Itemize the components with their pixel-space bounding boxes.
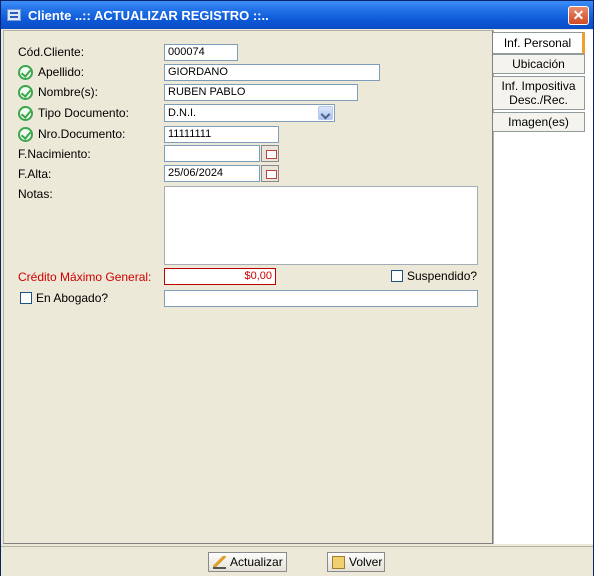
- check-icon: [18, 127, 33, 142]
- back-icon: [332, 556, 345, 569]
- window-icon: [7, 9, 21, 21]
- apellido-label: Apellido:: [38, 65, 85, 79]
- footer-bar: [1, 546, 593, 576]
- tab-ubicacion[interactable]: Ubicación: [493, 54, 585, 74]
- chevron-down-icon[interactable]: [318, 106, 333, 120]
- volver-button[interactable]: Volver: [327, 552, 385, 572]
- f-nacimiento-label: F.Nacimiento:: [18, 147, 91, 161]
- calendar-icon[interactable]: [261, 165, 279, 182]
- cod-cliente-field[interactable]: 000074: [164, 44, 238, 61]
- window-title: Cliente ..:: ACTUALIZAR REGISTRO ::..: [28, 8, 269, 23]
- tab-inf-impositiva-line1: Inf. Impositiva: [501, 79, 576, 93]
- f-alta-label: F.Alta:: [18, 167, 52, 181]
- f-alta-field[interactable]: 25/06/2024: [164, 165, 260, 182]
- nombres-label: Nombre(s):: [38, 85, 99, 99]
- tab-imagenes[interactable]: Imagen(es): [493, 112, 585, 132]
- notas-label: Notas:: [18, 187, 53, 201]
- nombres-field[interactable]: RUBEN PABLO: [164, 84, 358, 101]
- volver-label: Volver: [349, 555, 383, 569]
- apellido-label-group: Apellido:: [18, 65, 85, 80]
- en-abogado-field[interactable]: [164, 290, 478, 307]
- nro-documento-label: Nro.Documento:: [38, 127, 126, 141]
- close-icon[interactable]: ✕: [568, 6, 589, 25]
- actualizar-button[interactable]: Actualizar: [208, 552, 287, 572]
- notas-textarea[interactable]: [164, 186, 478, 265]
- suspendido-label: Suspendido?: [407, 269, 478, 283]
- pencil-icon: [213, 556, 226, 569]
- dialog-window: Cliente ..:: ACTUALIZAR REGISTRO ::.. ✕ …: [0, 0, 594, 576]
- tab-inf-impositiva[interactable]: Inf. Impositiva Desc./Rec.: [493, 76, 585, 110]
- title-bar: Cliente ..:: ACTUALIZAR REGISTRO ::.. ✕: [1, 1, 593, 29]
- cod-cliente-label: Cód.Cliente:: [18, 45, 85, 59]
- check-icon: [18, 65, 33, 80]
- nombres-label-group: Nombre(s):: [18, 85, 99, 100]
- apellido-field[interactable]: GIORDANO: [164, 64, 380, 81]
- actualizar-label: Actualizar: [230, 555, 283, 569]
- tab-inf-personal[interactable]: Inf. Personal: [493, 32, 585, 54]
- calendar-icon[interactable]: [261, 145, 279, 162]
- tipo-documento-select[interactable]: D.N.I.: [164, 104, 335, 122]
- tipo-documento-label-group: Tipo Documento:: [18, 106, 129, 121]
- check-icon: [18, 85, 33, 100]
- credito-field[interactable]: $0,00: [164, 268, 276, 285]
- credito-label: Crédito Máximo General:: [18, 270, 152, 284]
- tab-inf-impositiva-line2: Desc./Rec.: [509, 93, 568, 107]
- f-nacimiento-field[interactable]: [164, 145, 260, 162]
- en-abogado-checkbox[interactable]: [20, 292, 32, 304]
- en-abogado-label: En Abogado?: [36, 291, 109, 305]
- suspendido-checkbox[interactable]: [391, 270, 403, 282]
- nro-documento-field[interactable]: 11111111: [164, 126, 279, 143]
- tipo-documento-value: D.N.I.: [168, 107, 197, 119]
- tipo-documento-label: Tipo Documento:: [38, 106, 129, 120]
- check-icon: [18, 106, 33, 121]
- nro-documento-label-group: Nro.Documento:: [18, 127, 126, 142]
